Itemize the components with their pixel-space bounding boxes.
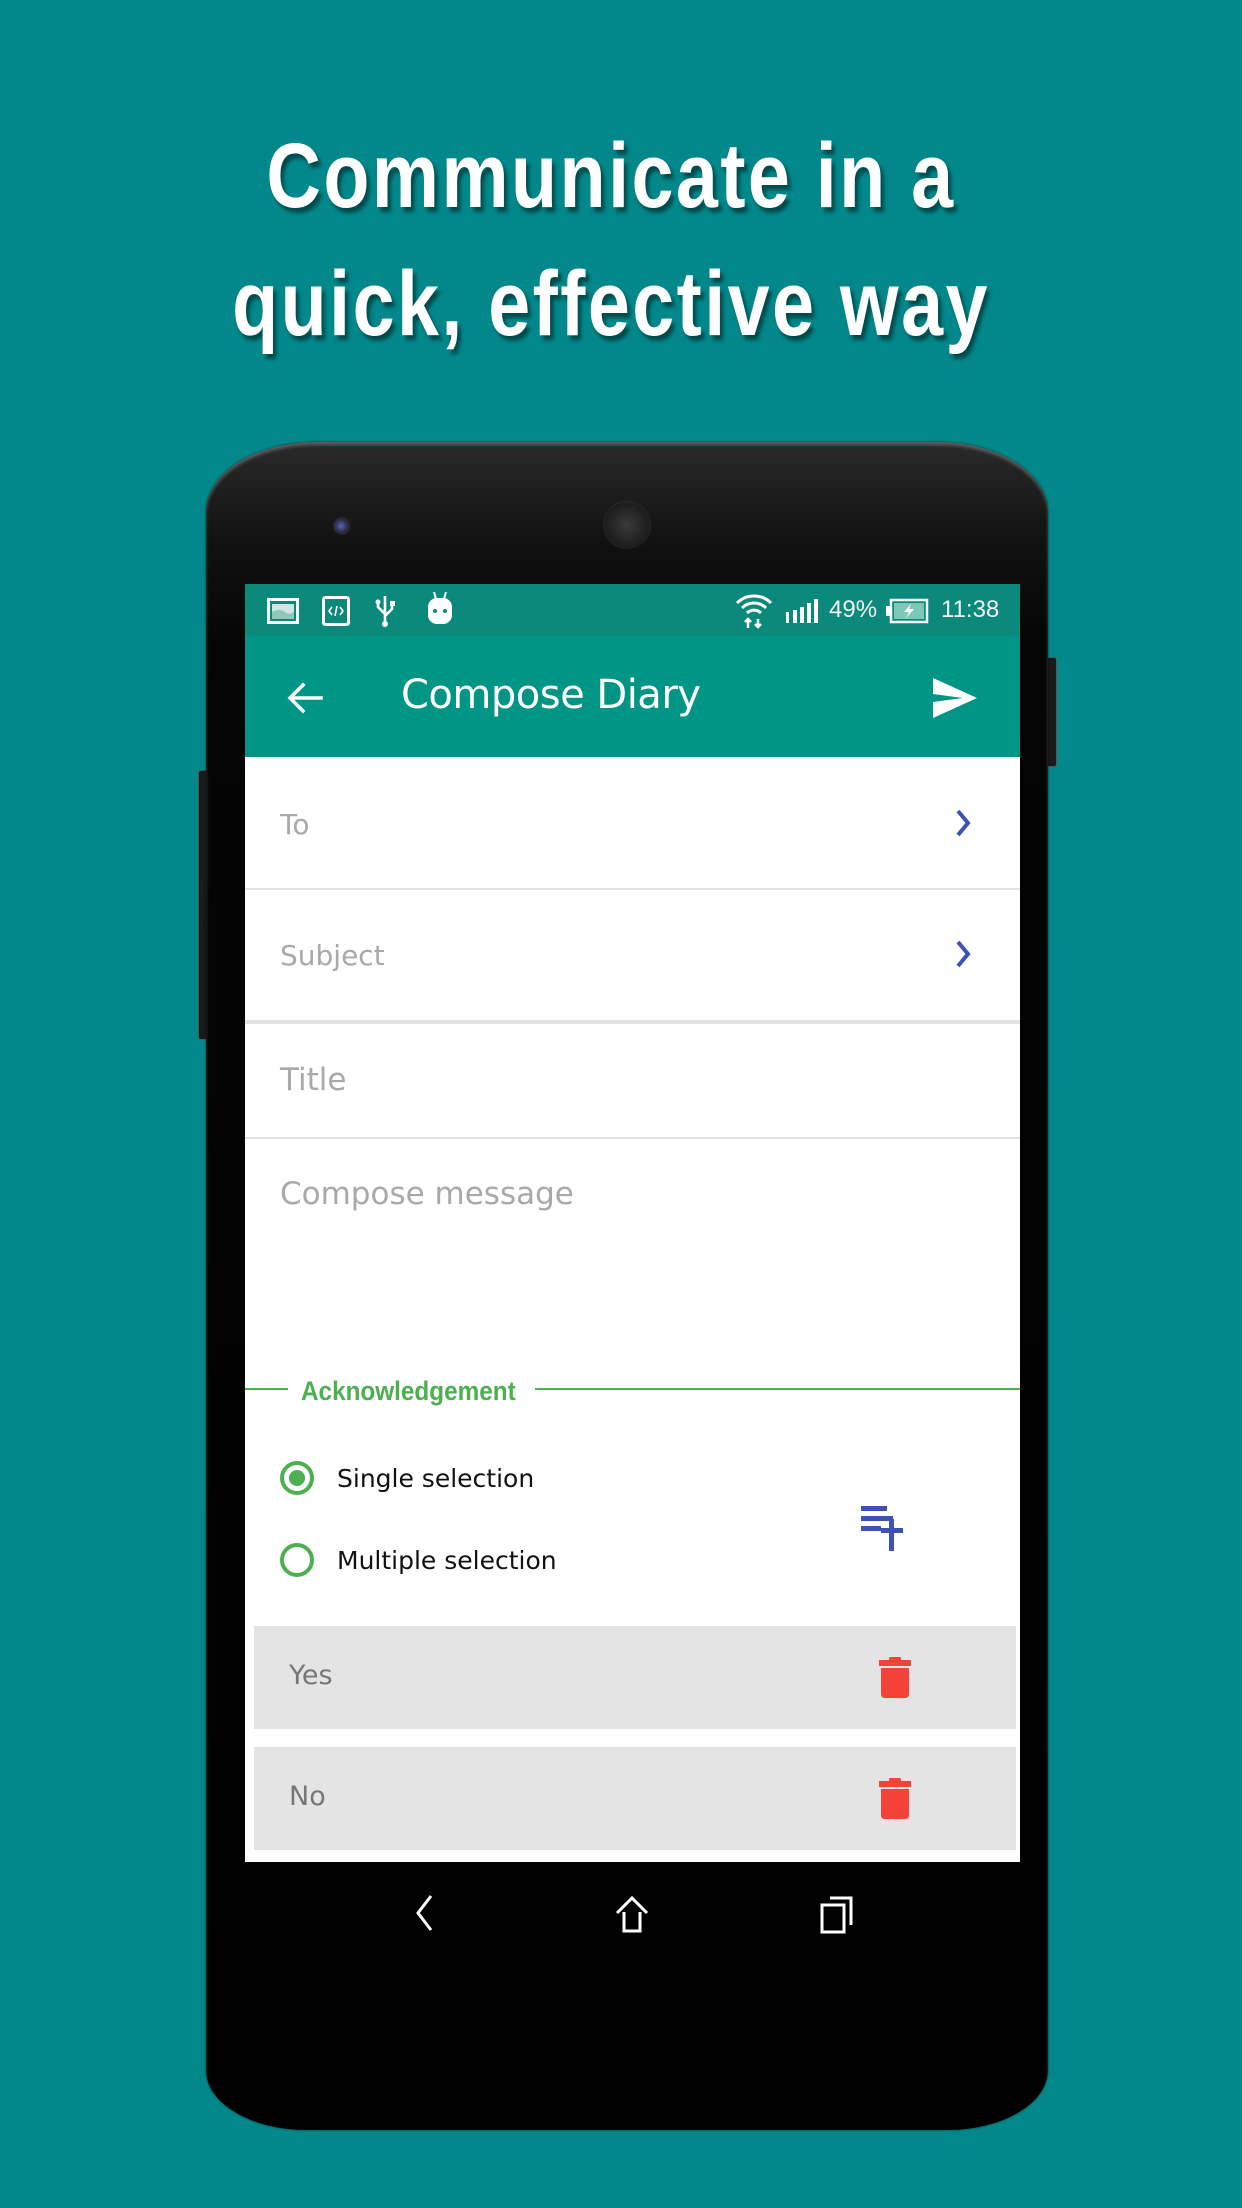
ack-divider-left [245, 1388, 288, 1390]
gallery-icon [267, 598, 299, 629]
app-screen: 49% 11:38 Compose Diary To Subject Title [245, 584, 1020, 1862]
send-icon[interactable] [929, 674, 981, 722]
battery-charging-icon [885, 598, 929, 629]
answer-option[interactable]: No [254, 1747, 1016, 1850]
trash-icon[interactable] [878, 1657, 912, 1699]
app-bar: Compose Diary [245, 636, 1020, 757]
trash-icon[interactable] [878, 1778, 912, 1820]
android-icon [427, 590, 453, 631]
code-icon [322, 596, 350, 631]
to-field[interactable]: To [245, 757, 1020, 888]
multiple-selection-label[interactable]: Multiple selection [337, 1546, 557, 1575]
clock: 11:38 [941, 596, 1000, 623]
answer-option[interactable]: Yes [254, 1626, 1016, 1729]
message-textarea[interactable]: Compose message [245, 1139, 1020, 1379]
message-placeholder: Compose message [280, 1176, 574, 1212]
nav-recents-icon[interactable] [818, 1895, 858, 1940]
single-selection-label[interactable]: Single selection [337, 1464, 534, 1493]
chevron-right-icon[interactable] [953, 938, 973, 970]
wifi-icon [734, 590, 774, 635]
front-camera [333, 517, 351, 535]
promo-headline-line1: Communicate in a [266, 125, 956, 227]
nav-home-icon[interactable] [612, 1895, 652, 1940]
answer-text: Yes [289, 1660, 333, 1691]
nav-back-icon[interactable] [412, 1893, 436, 1938]
single-selection-radio[interactable] [280, 1461, 314, 1495]
answer-text: No [289, 1781, 326, 1812]
arrow-back-icon[interactable] [283, 676, 327, 720]
battery-percent: 49% [829, 596, 878, 623]
promo-headline-line2: quick, effective way [232, 253, 990, 355]
to-placeholder: To [280, 808, 310, 841]
chevron-right-icon[interactable] [953, 807, 973, 839]
playlist-add-icon[interactable] [859, 1504, 929, 1556]
title-placeholder: Title [280, 1062, 347, 1098]
signal-icon [785, 598, 819, 629]
multiple-selection-radio[interactable] [280, 1543, 314, 1577]
earpiece-speaker [604, 502, 650, 548]
usb-icon [373, 594, 397, 633]
page-title: Compose Diary [401, 672, 701, 718]
subject-field[interactable]: Subject [245, 890, 1020, 1021]
subject-placeholder: Subject [280, 939, 385, 972]
title-input[interactable]: Title [245, 1024, 1020, 1137]
status-bar: 49% 11:38 [245, 584, 1020, 636]
acknowledgement-label: Acknowledgement [301, 1376, 516, 1406]
ack-divider-right [535, 1388, 1020, 1390]
